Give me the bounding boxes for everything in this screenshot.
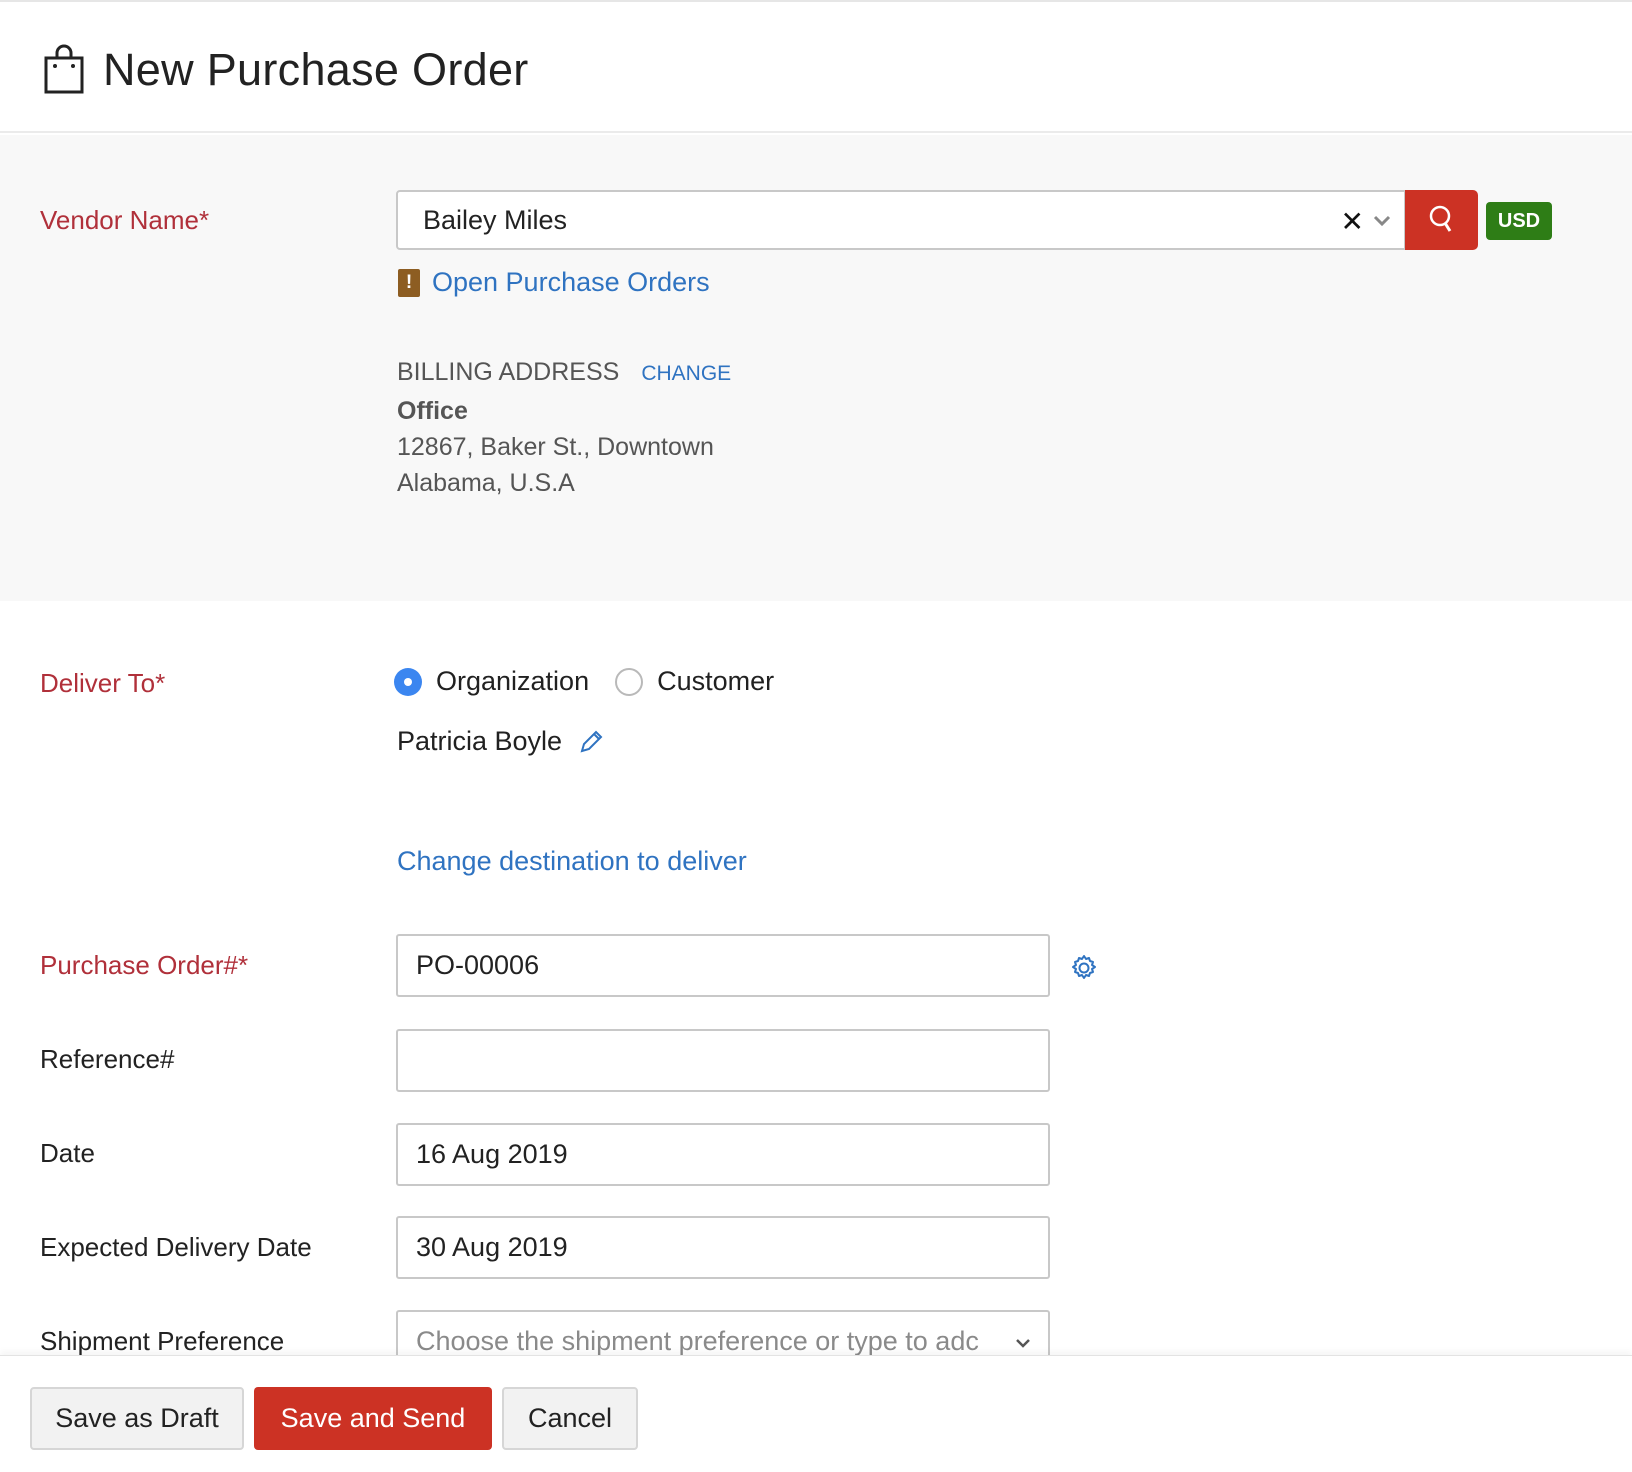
radio-organization-label[interactable]: Organization [436, 666, 589, 697]
po-number-label: Purchase Order#* [40, 950, 249, 980]
radio-customer-label[interactable]: Customer [657, 666, 774, 697]
billing-address-heading: BILLING ADDRESS [397, 358, 620, 386]
pencil-icon[interactable] [578, 729, 604, 755]
save-and-send-button[interactable]: Save and Send [254, 1387, 492, 1450]
deliver-to-contact: Patricia Boyle [397, 726, 604, 757]
page-title: New Purchase Order [103, 44, 529, 95]
vendor-name-value: Bailey Miles [423, 204, 568, 235]
expected-delivery-label: Expected Delivery Date [40, 1232, 312, 1262]
billing-address-name: Office [397, 397, 468, 425]
open-purchase-orders-label[interactable]: Open Purchase Orders [432, 267, 710, 298]
save-as-draft-button[interactable]: Save as Draft [30, 1387, 244, 1450]
reference-label: Reference# [40, 1044, 175, 1074]
change-destination-link[interactable]: Change destination to deliver [397, 846, 747, 877]
reference-input[interactable] [396, 1029, 1050, 1092]
deliver-to-name: Patricia Boyle [397, 726, 563, 756]
cancel-button[interactable]: Cancel [502, 1387, 638, 1450]
gear-icon[interactable] [1069, 953, 1099, 983]
chevron-down-icon[interactable] [1014, 1334, 1032, 1352]
chevron-down-icon[interactable] [1372, 210, 1392, 230]
search-icon [1429, 205, 1451, 232]
open-purchase-orders-link[interactable]: ! Open Purchase Orders [398, 267, 710, 298]
deliver-to-label: Deliver To* [40, 668, 166, 698]
radio-organization[interactable] [394, 667, 422, 696]
billing-address-line2: Alabama, U.S.A [397, 469, 575, 497]
vendor-name-label: Vendor Name* [40, 205, 210, 235]
date-input[interactable]: 16 Aug 2019 [396, 1123, 1050, 1186]
radio-customer[interactable] [615, 667, 644, 696]
shipment-preference-label: Shipment Preference [40, 1326, 285, 1356]
shopping-bag-icon [44, 44, 84, 94]
currency-badge: USD [1486, 202, 1552, 240]
form-footer: Save as Draft Save and Send Cancel [0, 1355, 1632, 1472]
shipment-preference-placeholder: Choose the shipment preference or type t… [416, 1326, 979, 1356]
clear-icon[interactable]: ✕ [1341, 205, 1364, 238]
alert-document-icon: ! [398, 268, 420, 297]
po-number-input[interactable]: PO-00006 [396, 934, 1050, 997]
expected-delivery-input[interactable]: 30 Aug 2019 [396, 1216, 1050, 1279]
page-header: New Purchase Order [0, 2, 1632, 133]
vendor-name-select[interactable]: Bailey Miles ✕ [396, 190, 1406, 250]
billing-address-header: BILLING ADDRESS CHANGE [397, 358, 731, 387]
billing-address-line1: 12867, Baker St., Downtown [397, 433, 714, 461]
change-billing-address-link[interactable]: CHANGE [641, 362, 731, 386]
date-label: Date [40, 1138, 95, 1168]
vendor-search-button[interactable] [1405, 190, 1478, 250]
deliver-to-radio-group: Organization Customer [394, 666, 800, 697]
